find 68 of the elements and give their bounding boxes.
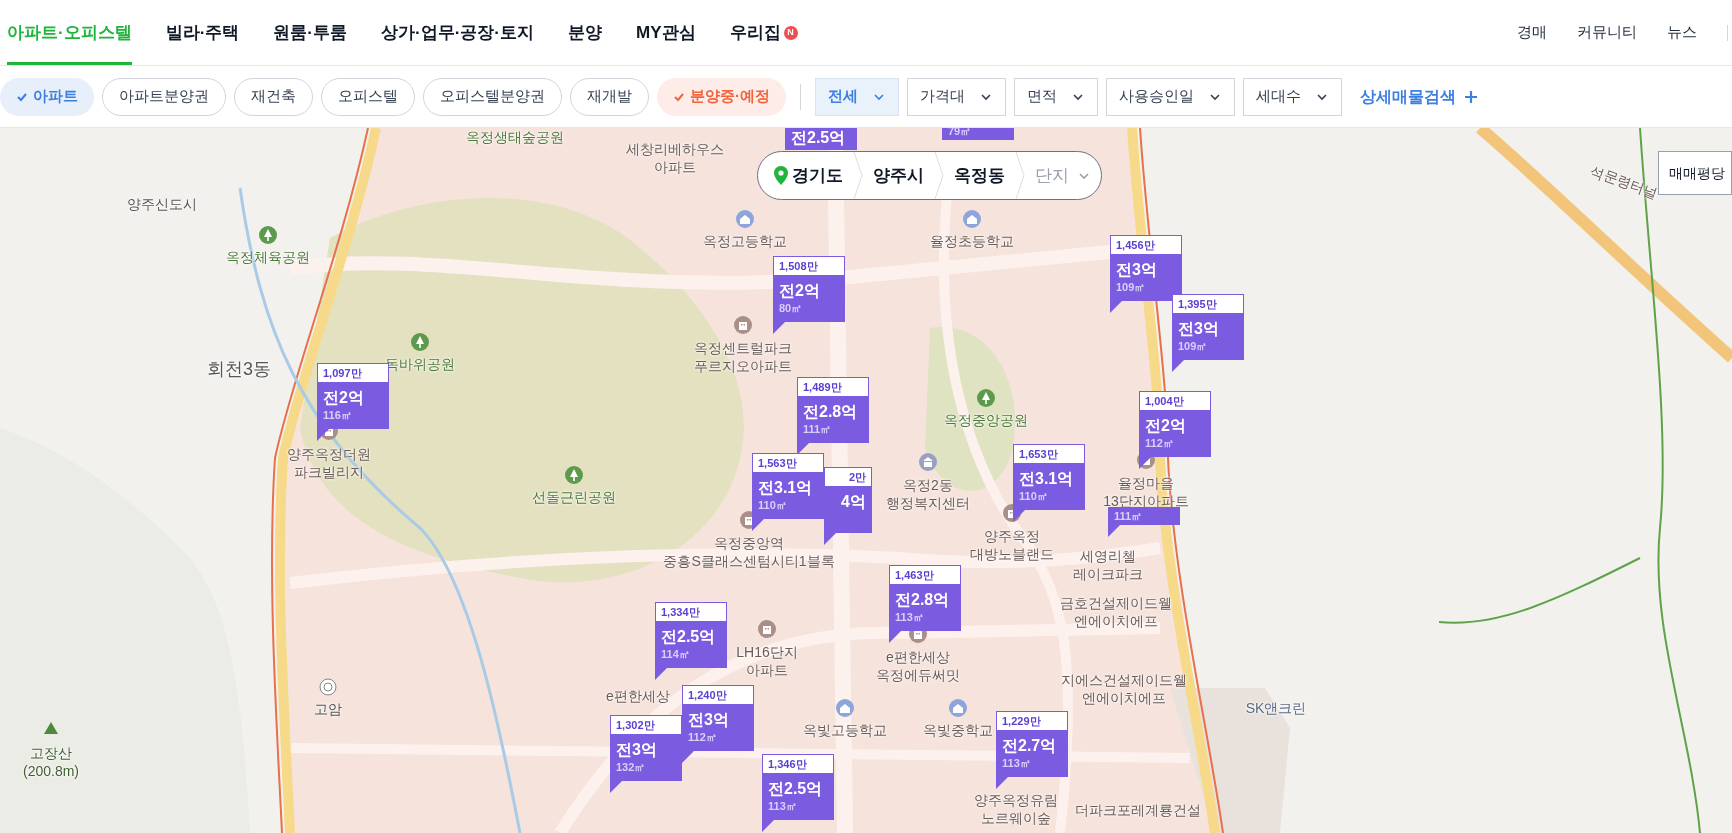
place-label: 더파크포레계룡건설 <box>1075 800 1201 820</box>
place-label: 양주신도시 <box>127 194 197 214</box>
place-label: 세영리첼 레이크파크 <box>1073 546 1143 584</box>
filter-chip[interactable]: 오피스텔분양권 <box>423 77 562 116</box>
place-label: 선돌근린공원 <box>532 487 616 507</box>
chevron-separator-icon <box>853 152 863 199</box>
nav-tab[interactable]: 빌라·주택 <box>165 0 240 65</box>
school-icon <box>949 698 967 717</box>
place-label: e편한세상 옥정에듀써밋 <box>876 647 960 685</box>
view-mode-button[interactable]: 매매평당 <box>1658 151 1732 195</box>
place-label: 양주옥정더원 파크빌리지 <box>287 444 371 482</box>
filter-chip[interactable]: 아파트분양권 <box>102 77 226 116</box>
price-marker[interactable]: 전2.5억 <box>785 128 857 150</box>
school-icon <box>963 209 981 228</box>
nav-tab[interactable]: 원룸·투룸 <box>273 0 347 65</box>
filter-dropdown[interactable]: 사용승인일 <box>1106 77 1235 116</box>
nav-tab[interactable]: 분양 <box>568 0 602 65</box>
building-icon <box>758 620 776 638</box>
place-label: 회천3동 <box>207 358 271 382</box>
building-icon <box>734 316 752 334</box>
nav-tab[interactable]: MY관심 <box>636 0 696 65</box>
place-label: 세창리베하우스 아파트 <box>626 139 724 177</box>
tree-icon <box>977 388 995 407</box>
place-label: 옥정생태숲공원 <box>466 128 564 147</box>
new-badge: N <box>783 25 798 40</box>
nav-tab[interactable]: 우리집 N <box>729 0 798 65</box>
chevron-separator-icon <box>1015 152 1025 199</box>
place-label: 고암 <box>314 699 342 719</box>
school-icon <box>736 209 754 228</box>
place-label: 고장산 (200.8m) <box>23 743 79 781</box>
tree-icon <box>411 332 429 351</box>
place-label: 옥빛고등학교 <box>803 720 887 740</box>
school-icon <box>836 698 854 717</box>
nav-link[interactable]: 커뮤니티 <box>1577 21 1637 44</box>
nav-link[interactable]: 경매 <box>1517 21 1547 44</box>
breadcrumb-item[interactable]: 옥정동 <box>954 162 1005 189</box>
place-label: 금호건설제이드웰 엔에이치에프 <box>1060 593 1172 631</box>
breadcrumb-item[interactable]: 경기도 <box>774 162 843 189</box>
place-label: 율정초등학교 <box>930 231 1014 251</box>
filter-chip[interactable]: 재건축 <box>234 77 313 116</box>
place-label: 옥정고등학교 <box>703 231 787 251</box>
detail-search-button[interactable]: 상세매물검색 <box>1360 84 1478 109</box>
filter-dropdown[interactable]: 면적 <box>1014 77 1098 116</box>
map-pin-icon <box>774 166 788 185</box>
place-label: 옥빛중학교 <box>923 720 993 740</box>
place-label: 옥정체육공원 <box>226 247 310 267</box>
nav-link[interactable]: 뉴스 <box>1667 21 1697 44</box>
filter-dropdown[interactable]: 세대수 <box>1243 77 1342 116</box>
place-label: 옥정중앙공원 <box>944 410 1028 430</box>
place-label: SK앤크린 <box>1245 698 1307 718</box>
tree-icon <box>565 465 583 484</box>
place-label: 양주옥정 대방노블랜드 <box>970 526 1054 564</box>
nav-tab[interactable]: 상가·업무·공장·토지 <box>381 0 534 65</box>
place-label: LH16단지 아파트 <box>736 642 798 680</box>
place-label: e편한세상 <box>606 686 670 706</box>
tree-icon <box>259 225 277 244</box>
place-label: 옥정센트럴파크 푸르지오아파트 <box>694 338 792 376</box>
filter-dropdown[interactable]: 가격대 <box>907 77 1006 116</box>
place-label: 옥정2동 행정복지센터 <box>886 475 970 513</box>
place-label: 양주옥정유림 노르웨이숲 <box>974 790 1058 828</box>
breadcrumb-item[interactable]: 양주시 <box>873 162 924 189</box>
plus-icon <box>1464 89 1478 104</box>
filter-chip[interactable]: 오피스텔 <box>321 77 415 116</box>
chevron-separator-icon <box>934 152 944 199</box>
building-icon <box>919 453 937 471</box>
mountain-icon <box>43 721 59 735</box>
filter-chip[interactable]: 재개발 <box>570 77 649 116</box>
interchange-icon <box>319 677 337 696</box>
